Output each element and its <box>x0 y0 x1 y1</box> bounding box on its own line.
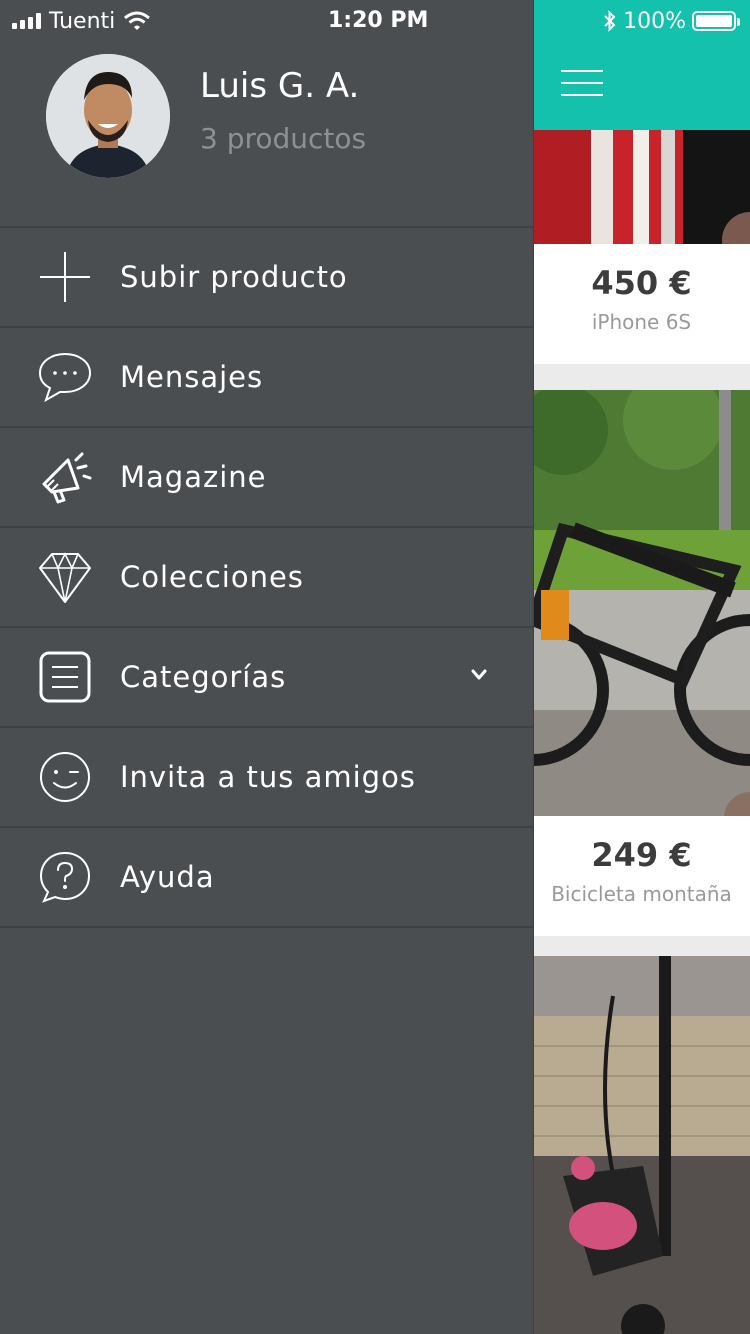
product-photo <box>533 390 750 816</box>
wifi-icon <box>124 11 151 30</box>
megaphone-icon <box>42 452 92 504</box>
menu-item-ayuda[interactable]: Ayuda <box>0 826 533 928</box>
product-card[interactable]: 249 € Bicicleta montaña <box>533 390 750 936</box>
menu-item-colecciones[interactable]: Colecciones <box>0 526 533 626</box>
list-icon <box>39 651 91 703</box>
battery-icon <box>692 11 740 31</box>
menu-item-magazine[interactable]: Magazine <box>0 426 533 526</box>
product-info: 249 € Bicicleta montaña <box>533 816 750 936</box>
menu-item-subir-producto[interactable]: Subir producto <box>0 226 533 326</box>
menu-item-label: Mensajes <box>120 360 264 394</box>
chat-bubble-icon <box>38 352 92 403</box>
profile-name: Luis G. A. <box>200 66 360 106</box>
product-title: Bicicleta montaña <box>551 882 732 906</box>
product-photo <box>533 130 750 244</box>
product-title: iPhone 6S <box>591 310 692 334</box>
product-price: 450 € <box>591 264 692 302</box>
menu-item-invita-amigos[interactable]: Invita a tus amigos <box>0 726 533 826</box>
product-price: 249 € <box>591 836 692 874</box>
navigation-drawer: Tuenti 1:20 PM Luis G. A. 3 productos Su… <box>0 0 534 1334</box>
plus-icon <box>40 252 90 302</box>
avatar[interactable] <box>46 54 170 178</box>
menu-item-label: Ayuda <box>120 860 215 894</box>
carrier-name: Tuenti <box>49 8 116 34</box>
status-bar-right: 100% <box>603 6 740 36</box>
menu-item-label: Subir producto <box>120 260 348 294</box>
product-card[interactable] <box>533 956 750 1334</box>
menu-item-label: Magazine <box>120 460 267 494</box>
menu-item-label: Colecciones <box>120 560 304 594</box>
app-top-bar: 100% <box>533 0 750 130</box>
avatar-photo <box>46 54 170 178</box>
battery-percent: 100% <box>623 8 686 34</box>
smiley-icon <box>40 752 90 802</box>
menu-item-categorias[interactable]: Categorías <box>0 626 533 726</box>
product-info: 450 € iPhone 6S <box>533 244 750 364</box>
product-card[interactable]: 450 € iPhone 6S <box>533 130 750 364</box>
menu-item-label: Categorías <box>120 660 287 694</box>
drawer-menu: Subir producto Mensajes Magazine Colecci… <box>0 226 533 928</box>
signal-icon <box>12 13 41 29</box>
menu-toggle-button[interactable] <box>561 70 603 100</box>
product-feed: 100% 450 € iPhone 6S 249 € Bicicleta mon… <box>533 0 750 1334</box>
status-time: 1:20 PM <box>328 8 429 33</box>
profile-product-count: 3 productos <box>200 122 367 155</box>
diamond-icon <box>39 552 91 603</box>
profile-header[interactable]: Luis G. A. 3 productos <box>0 40 533 226</box>
menu-item-label: Invita a tus amigos <box>120 760 416 794</box>
bluetooth-icon <box>604 10 616 32</box>
status-bar-left: Tuenti <box>12 6 151 36</box>
chevron-down-icon[interactable] <box>471 666 487 686</box>
help-bubble-icon <box>39 851 91 903</box>
menu-item-mensajes[interactable]: Mensajes <box>0 326 533 426</box>
product-photo <box>533 956 750 1334</box>
